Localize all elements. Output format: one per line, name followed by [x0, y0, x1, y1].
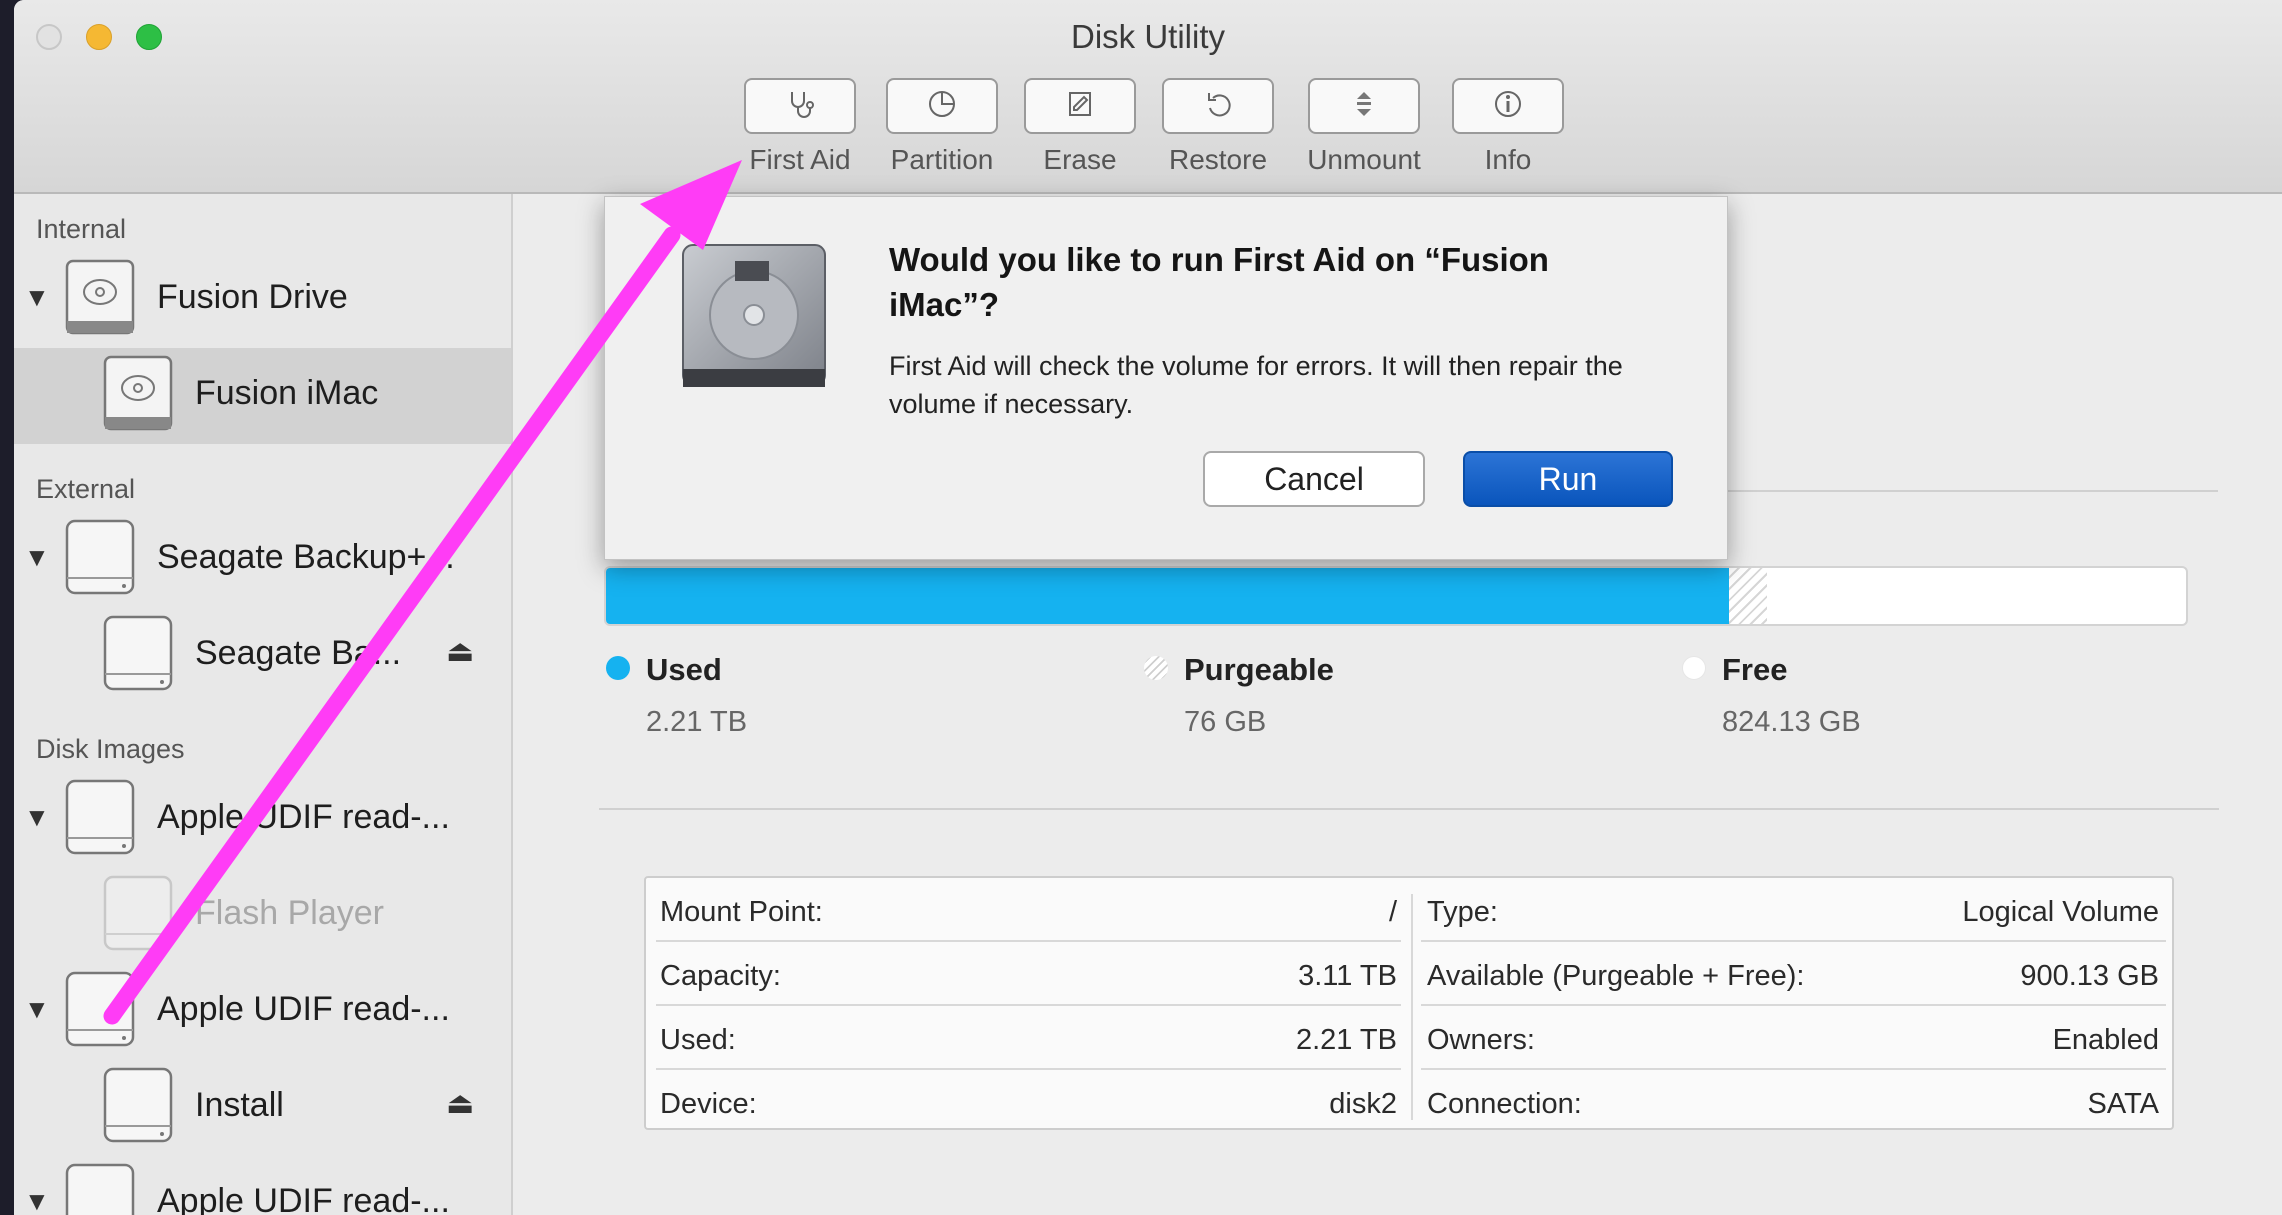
disclosure-triangle-icon[interactable]: ▼: [24, 994, 50, 1025]
sidebar-item-label: Flash Player: [195, 894, 384, 932]
purgeable-legend-dot: [1144, 656, 1168, 680]
eject-icon[interactable]: ⏏: [446, 1086, 474, 1121]
info-row-mount-point: Mount Point: /: [660, 896, 1397, 928]
eject-icon[interactable]: ⏏: [446, 634, 474, 669]
window-title: Disk Utility: [1071, 18, 1225, 55]
sidebar-item-label: Fusion iMac: [195, 374, 379, 412]
erase-label: Erase: [1043, 144, 1117, 175]
eraser-icon: [1063, 87, 1097, 126]
info-button[interactable]: [1452, 78, 1564, 134]
info-icon: [1491, 87, 1525, 126]
info-row-used: Used: 2.21 TB: [660, 1024, 1397, 1056]
internal-disk-icon: [65, 259, 135, 335]
used-legend-value: 2.21 TB: [646, 706, 748, 738]
sidebar-item-fusion-drive[interactable]: ▼ Fusion Drive: [14, 252, 511, 348]
sidebar-section-external: External: [36, 474, 136, 504]
disclosure-triangle-icon[interactable]: ▼: [24, 802, 50, 833]
external-volume-icon: [103, 615, 173, 691]
hard-drive-icon: [682, 244, 826, 387]
usage-bar-used: [606, 568, 1730, 624]
info-row-available: Available (Purgeable + Free): 900.13 GB: [1427, 960, 2159, 992]
purgeable-legend-title: Purgeable: [1184, 652, 1334, 687]
volume-info-table: Mount Point: / Type: Logical Volume Capaci…: [644, 876, 2174, 1130]
info-row-connection: Connection: SATA: [1427, 1088, 2159, 1120]
free-legend-title: Free: [1722, 652, 1788, 687]
used-legend-dot: [606, 656, 630, 680]
sidebar-item-fusion-imac[interactable]: Fusion iMac: [14, 348, 511, 444]
disclosure-triangle-icon[interactable]: ▼: [24, 542, 50, 573]
sidebar-item-seagate-volume[interactable]: Seagate Ba... ⏏: [14, 608, 511, 704]
sidebar-item-label: Apple UDIF read-...: [157, 1182, 450, 1215]
sidebar-item-label: Fusion Drive: [157, 278, 348, 316]
erase-button[interactable]: [1024, 78, 1136, 134]
sidebar-section-disk-images: Disk Images: [36, 734, 185, 764]
dialog-title: Would you like to run First Aid on “Fusi…: [889, 241, 1549, 323]
sidebar-item-seagate-backup[interactable]: ▼ Seagate Backup+...: [14, 512, 511, 608]
partition-button[interactable]: [886, 78, 998, 134]
disk-image-icon: [65, 971, 135, 1047]
disk-utility-window: Disk Utility First Aid Partition Erase R…: [14, 0, 2282, 1215]
restore-button[interactable]: [1162, 78, 1274, 134]
sidebar-item-label: Seagate Ba...: [195, 634, 402, 672]
free-legend-dot: [1682, 656, 1706, 680]
stethoscope-icon: [783, 87, 817, 126]
disk-image-volume-icon: [103, 875, 173, 951]
purgeable-legend-value: 76 GB: [1184, 706, 1267, 738]
sidebar-item-apple-udif-2[interactable]: ▼ Apple UDIF read-...: [14, 964, 511, 1060]
usage-bar-purgeable: [1729, 568, 1768, 624]
used-legend-title: Used: [646, 652, 722, 687]
free-legend-value: 824.13 GB: [1722, 706, 1861, 738]
info-row-type: Type: Logical Volume: [1427, 896, 2159, 928]
restore-arrow-icon: [1201, 87, 1235, 126]
unmount-button[interactable]: [1308, 78, 1420, 134]
first-aid-button[interactable]: [744, 78, 856, 134]
restore-label: Restore: [1168, 144, 1268, 175]
disk-image-icon: [65, 1163, 135, 1215]
sidebar-item-install[interactable]: Install ⏏: [14, 1060, 511, 1156]
first-aid-dialog: Would you like to run First Aid on “Fusi…: [604, 196, 1728, 560]
sidebar-item-flash-player[interactable]: Flash Player: [14, 868, 511, 964]
partition-label: Partition: [890, 144, 994, 175]
sidebar: Internal ▼ Fusion Drive Fusion iMac Exte…: [14, 194, 513, 1215]
disclosure-triangle-icon[interactable]: ▼: [24, 282, 50, 313]
sidebar-section-internal: Internal: [36, 214, 127, 244]
unmount-icon: [1347, 87, 1381, 126]
sidebar-item-label: Apple UDIF read-...: [157, 990, 450, 1028]
info-label: Info: [1484, 144, 1532, 175]
disclosure-triangle-icon[interactable]: ▼: [24, 1186, 50, 1215]
divider: [599, 808, 2219, 810]
usage-bar: [604, 566, 2188, 626]
sidebar-item-label: Apple UDIF read-...: [157, 798, 450, 836]
divider: [1674, 490, 2218, 492]
sidebar-item-apple-udif-1[interactable]: ▼ Apple UDIF read-...: [14, 772, 511, 868]
cancel-button[interactable]: Cancel: [1203, 451, 1425, 507]
disk-image-icon: [65, 779, 135, 855]
sidebar-item-apple-udif-3[interactable]: ▼ Apple UDIF read-...: [14, 1156, 511, 1215]
disk-image-volume-icon: [103, 1067, 173, 1143]
internal-volume-icon: [103, 355, 173, 431]
run-button[interactable]: Run: [1463, 451, 1673, 507]
external-disk-icon: [65, 519, 135, 595]
dialog-message: First Aid will check the volume for erro…: [889, 351, 1623, 419]
info-row-device: Device: disk2: [660, 1088, 1397, 1120]
first-aid-label: First Aid: [749, 144, 851, 175]
toolbar: Disk Utility First Aid Partition Erase R…: [14, 0, 2282, 194]
sidebar-item-label: Seagate Backup+...: [157, 538, 455, 576]
sidebar-item-label: Install: [195, 1086, 284, 1124]
info-row-owners: Owners: Enabled: [1427, 1024, 2159, 1056]
info-row-capacity: Capacity: 3.11 TB: [660, 960, 1397, 992]
unmount-label: Unmount: [1307, 144, 1421, 175]
pie-chart-icon: [925, 87, 959, 126]
